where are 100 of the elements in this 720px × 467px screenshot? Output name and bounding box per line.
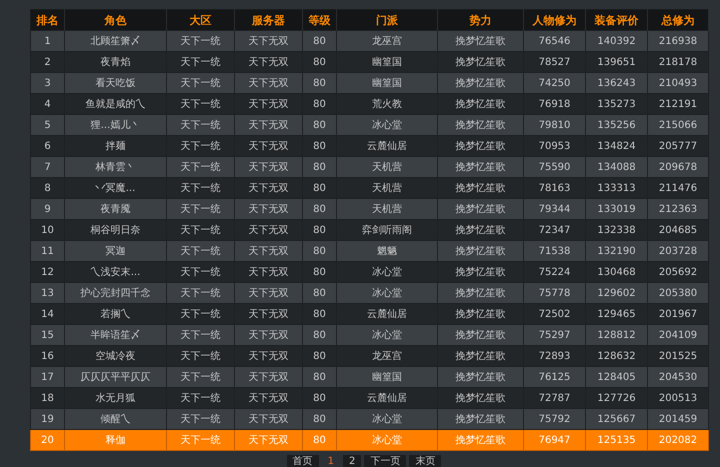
- table-cell: 135256: [586, 114, 648, 136]
- table-cell: 天下一统: [166, 114, 234, 136]
- table-row[interactable]: 4 鱼就是咸的乀 天下一统 天下无双 80 荒火教 挽梦忆笙歌 76918 135273 212191: [30, 94, 708, 114]
- table-cell: 护心完封四千念: [64, 282, 166, 304]
- table-cell: 17: [30, 366, 64, 388]
- table-row[interactable]: 15 半眸语笙〆 天下一统 天下无双 80 冰心堂 挽梦忆笙歌 75297 128812 204109: [30, 324, 708, 346]
- table-cell: 挽梦忆笙歌: [438, 52, 524, 72]
- table-cell: 7: [30, 156, 64, 178]
- page-link[interactable]: 末页: [409, 455, 442, 467]
- table-cell: 80: [302, 324, 336, 346]
- table-cell: 挽梦忆笙歌: [438, 156, 524, 178]
- table-cell: 天下无双: [234, 366, 302, 388]
- table-cell: 204109: [648, 324, 708, 346]
- table-row[interactable]: 8 丷冥魔... 天下一统 天下无双 80 天机营 挽梦忆笙歌 78163 133313 211476: [30, 178, 708, 198]
- table-cell: 80: [302, 72, 336, 94]
- table-cell: 挽梦忆笙歌: [438, 240, 524, 262]
- table-cell: 5: [30, 114, 64, 136]
- table-row[interactable]: 19 倾醒乀 天下一统 天下无双 80 冰心堂 挽梦忆笙歌 75792 125667 201459: [30, 408, 708, 430]
- table-row[interactable]: 17 仄仄仄平平仄仄 天下一统 天下无双 80 幽篁国 挽梦忆笙歌 76125 128405 204530: [30, 366, 708, 388]
- table-row[interactable]: 13 护心完封四千念 天下一统 天下无双 80 冰心堂 挽梦忆笙歌 75778 129602 205380: [30, 282, 708, 304]
- table-cell: 幽篁国: [336, 72, 438, 94]
- table-cell: 天下一统: [166, 220, 234, 240]
- table-cell: 80: [302, 94, 336, 114]
- table-cell: 80: [302, 156, 336, 178]
- table-cell: 丷冥魔...: [64, 178, 166, 198]
- table-cell: 冰心堂: [336, 262, 438, 282]
- table-cell: 天下无双: [234, 388, 302, 408]
- table-cell: 龙巫宫: [336, 30, 438, 52]
- page-link[interactable]: 2: [343, 455, 362, 467]
- table-cell: 80: [302, 178, 336, 198]
- table-cell: 天下一统: [166, 430, 234, 450]
- table-cell: 天下一统: [166, 72, 234, 94]
- table-cell: 80: [302, 346, 336, 366]
- table-cell: 仄仄仄平平仄仄: [64, 366, 166, 388]
- table-row[interactable]: 2 夜青焰 天下一统 天下无双 80 幽篁国 挽梦忆笙歌 78527 139651 218178: [30, 52, 708, 72]
- table-cell: 天下无双: [234, 114, 302, 136]
- table-cell: 天下无双: [234, 408, 302, 430]
- table-row[interactable]: 10 桐谷明日奈 天下一统 天下无双 80 弈剑听雨阁 挽梦忆笙歌 72347 132338 204685: [30, 220, 708, 240]
- table-cell: 79810: [524, 114, 586, 136]
- table-row[interactable]: 11 冥迦 天下一统 天下无双 80 魍魉 挽梦忆笙歌 71538 132190 203728: [30, 240, 708, 262]
- table-cell: 挽梦忆笙歌: [438, 114, 524, 136]
- table-cell: 天下一统: [166, 346, 234, 366]
- table-row[interactable]: 5 狸...嫣儿丶 天下一统 天下无双 80 冰心堂 挽梦忆笙歌 79810 135256 215066: [30, 114, 708, 136]
- table-cell: 狸...嫣儿丶: [64, 114, 166, 136]
- table-cell: 挽梦忆笙歌: [438, 324, 524, 346]
- table-cell: 2: [30, 52, 64, 72]
- table-cell: 鱼就是咸的乀: [64, 94, 166, 114]
- table-cell: 140392: [586, 30, 648, 52]
- table-row[interactable]: 7 林青雲丶 天下一统 天下无双 80 天机营 挽梦忆笙歌 75590 134088 209678: [30, 156, 708, 178]
- table-cell: 71538: [524, 240, 586, 262]
- table-cell: 1: [30, 30, 64, 52]
- table-cell: 挽梦忆笙歌: [438, 282, 524, 304]
- table-cell: 127726: [586, 388, 648, 408]
- table-cell: 132338: [586, 220, 648, 240]
- table-cell: 78163: [524, 178, 586, 198]
- table-cell: 128812: [586, 324, 648, 346]
- table-row[interactable]: 9 夜青魇 天下一统 天下无双 80 天机营 挽梦忆笙歌 79344 133019 212363: [30, 198, 708, 220]
- table-cell: 8: [30, 178, 64, 198]
- table-cell: 128632: [586, 346, 648, 366]
- table-row[interactable]: 1 北顾笙箫〆 天下一统 天下无双 80 龙巫宫 挽梦忆笙歌 76546 140392 216938: [30, 30, 708, 52]
- page-link[interactable]: 首页: [286, 455, 319, 467]
- table-cell: 挽梦忆笙歌: [438, 198, 524, 220]
- table-cell: 80: [302, 220, 336, 240]
- page-link[interactable]: 1: [322, 455, 340, 467]
- table-cell: 天下一统: [166, 52, 234, 72]
- column-header: 势力: [438, 10, 524, 30]
- table-cell: 挽梦忆笙歌: [438, 94, 524, 114]
- table-cell: 天机营: [336, 198, 438, 220]
- table-cell: 天下无双: [234, 156, 302, 178]
- table-row[interactable]: 6 拌麺 天下一统 天下无双 80 云麓仙居 挽梦忆笙歌 70953 134824 205777: [30, 136, 708, 156]
- table-cell: 132190: [586, 240, 648, 262]
- table-row[interactable]: 14 若搁乀 天下一统 天下无双 80 云麓仙居 挽梦忆笙歌 72502 129465 201967: [30, 304, 708, 324]
- table-cell: 天下无双: [234, 94, 302, 114]
- table-cell: 210493: [648, 72, 708, 94]
- table-cell: 龙巫宫: [336, 346, 438, 366]
- table-cell: 天下无双: [234, 430, 302, 450]
- table-cell: 80: [302, 366, 336, 388]
- column-header: 等级: [302, 10, 336, 30]
- page-link[interactable]: 下一页: [364, 455, 406, 467]
- table-row[interactable]: 12 乀浅安末... 天下一统 天下无双 80 冰心堂 挽梦忆笙歌 75224 130468 205692: [30, 262, 708, 282]
- table-cell: 挽梦忆笙歌: [438, 366, 524, 388]
- table-cell: 205692: [648, 262, 708, 282]
- table-cell: 魍魉: [336, 240, 438, 262]
- table-cell: 129465: [586, 304, 648, 324]
- table-row[interactable]: 18 水无月狐 天下一统 天下无双 80 云麓仙居 挽梦忆笙歌 72787 127726 200513: [30, 388, 708, 408]
- table-row[interactable]: 16 空城冷夜 天下一统 天下无双 80 龙巫宫 挽梦忆笙歌 72893 128632 201525: [30, 346, 708, 366]
- table-cell: 冰心堂: [336, 282, 438, 304]
- table-cell: 14: [30, 304, 64, 324]
- table-cell: 212363: [648, 198, 708, 220]
- table-cell: 云麓仙居: [336, 304, 438, 324]
- table-cell: 204685: [648, 220, 708, 240]
- table-cell: 挽梦忆笙歌: [438, 72, 524, 94]
- column-header: 装备评价: [586, 10, 648, 30]
- table-cell: 天下一统: [166, 240, 234, 262]
- table-cell: 80: [302, 282, 336, 304]
- table-cell: 荒火教: [336, 94, 438, 114]
- table-cell: 桐谷明日奈: [64, 220, 166, 240]
- table-cell: 挽梦忆笙歌: [438, 430, 524, 450]
- table-row[interactable]: 3 看天吃饭 天下一统 天下无双 80 幽篁国 挽梦忆笙歌 74250 136243 210493: [30, 72, 708, 94]
- table-cell: 16: [30, 346, 64, 366]
